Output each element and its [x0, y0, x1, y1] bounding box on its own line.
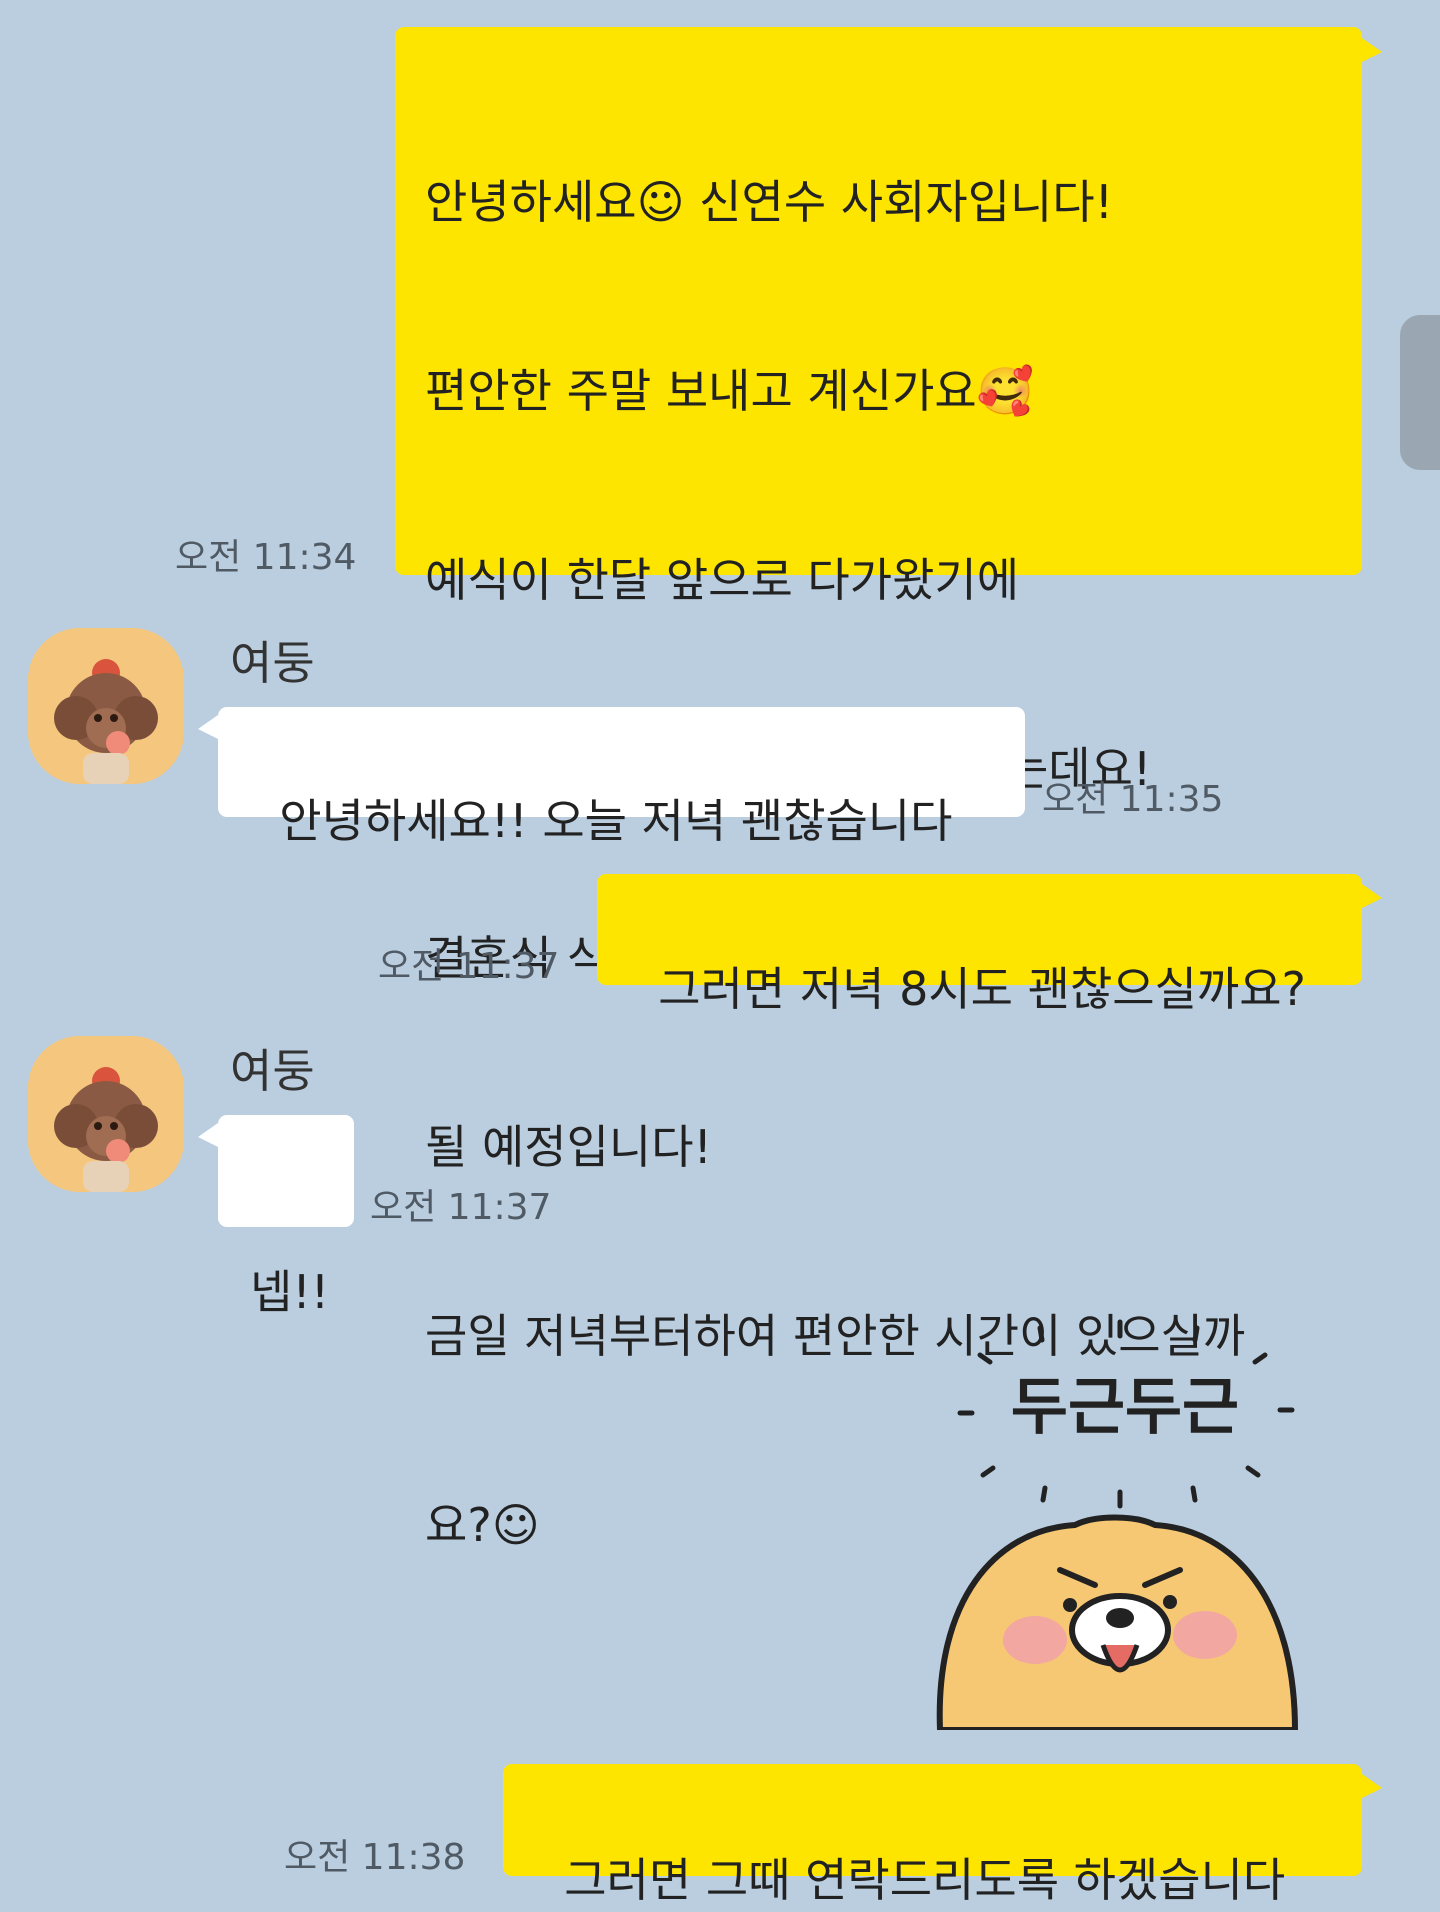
bear-sticker-icon: 두근두근 — [936, 1319, 1299, 1733]
bubble-tail — [198, 1123, 218, 1147]
message-timestamp: 오전 11:37 — [370, 1187, 552, 1228]
message-line: 될 예정입니다! — [425, 1120, 712, 1174]
sticker-text: 두근두근 — [1011, 1370, 1239, 1443]
message-text: 그러면 저녁 8시도 괜찮으실까요? — [658, 962, 1306, 1016]
bubble-tail — [1362, 1774, 1382, 1798]
message-bubble-outgoing[interactable]: 그러면 저녁 8시도 괜찮으실까요? — [597, 874, 1362, 1016]
scrollbar-thumb[interactable] — [1400, 315, 1440, 470]
sender-avatar[interactable] — [28, 628, 184, 784]
message-bubble-outgoing[interactable]: 안녕하세요☺ 신연수 사회자입니다! 편안한 주말 보내고 계신가요🥰 예식이 … — [395, 27, 1362, 1552]
message-timestamp: 오전 11:34 — [175, 537, 357, 578]
message-text: 넵!! — [250, 1265, 330, 1319]
sender-name: 여둥 — [230, 1044, 315, 1098]
sticker[interactable]: 두근두근 — [935, 1300, 1315, 1733]
message-text: 안녕하세요!! 오늘 저녁 괜찮습니다 — [279, 794, 953, 848]
message-text: 그러면 그때 연락드리도록 하겠습니다 — [564, 1853, 1286, 1907]
message-line: 편안한 주말 보내고 계신가요🥰 — [425, 364, 1034, 418]
sender-avatar[interactable] — [28, 1036, 184, 1192]
message-bubble-incoming[interactable]: 넵!! — [218, 1115, 354, 1319]
sender-name: 여둥 — [230, 636, 315, 690]
message-bubble-incoming[interactable]: 안녕하세요!! 오늘 저녁 괜찮습니다 — [218, 707, 1025, 848]
message-timestamp: 오전 11:37 — [378, 946, 560, 987]
bubble-tail — [1362, 38, 1382, 62]
poodle-avatar-icon — [28, 1036, 184, 1192]
message-timestamp: 오전 11:38 — [284, 1837, 466, 1878]
message-line: 안녕하세요☺ 신연수 사회자입니다! — [425, 175, 1114, 229]
message-line: 예식이 한달 앞으로 다가왔기에 — [425, 553, 1020, 607]
bubble-tail — [1362, 884, 1382, 908]
bubble-tail — [198, 715, 218, 739]
poodle-avatar-icon — [28, 628, 184, 784]
message-timestamp: 오전 11:35 — [1042, 779, 1224, 820]
message-bubble-outgoing[interactable]: 그러면 그때 연락드리도록 하겠습니다 — [503, 1764, 1362, 1907]
